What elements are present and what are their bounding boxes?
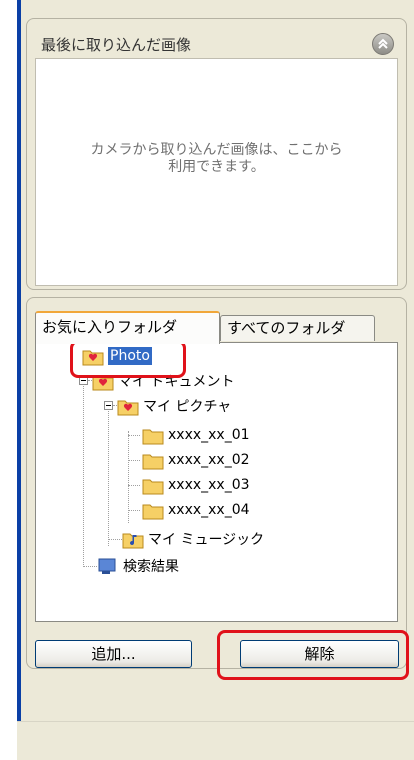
tree-line: [128, 510, 140, 511]
recent-images-area: カメラから取り込んだ画像は、ここから 利用できます。: [35, 58, 398, 286]
tree-item-subfolder[interactable]: xxxx_xx_04: [142, 498, 250, 522]
collapse-toggle-my-documents[interactable]: [79, 376, 88, 385]
collapse-toggle-my-pictures[interactable]: [104, 401, 113, 410]
folder-tree: Photo マイ ドキュメント マイ ピクチャ xxxx_xx_01 xxxx_…: [35, 342, 398, 622]
folder-icon: [142, 454, 164, 470]
tree-item-label: マイ ピクチャ: [143, 399, 232, 415]
recent-images-panel: 最後に取り込んだ画像 カメラから取り込んだ画像は、ここから 利用できます。: [26, 18, 407, 290]
tree-line: [128, 485, 140, 486]
tree-item-search-results[interactable]: 検索結果: [97, 554, 179, 578]
tree-item-photo[interactable]: Photo: [82, 344, 152, 368]
folder-panel: お気に入りフォルダ すべてのフォルダ Photo マイ ドキュメント マイ ピク…: [26, 297, 407, 669]
folder-icon: [142, 504, 164, 520]
tree-line: [108, 539, 122, 540]
tab-all-folders[interactable]: すべてのフォルダ: [220, 315, 375, 341]
tree-line: [83, 566, 97, 567]
status-bar: [17, 721, 414, 760]
tree-line: [108, 406, 109, 546]
remove-button[interactable]: 解除: [240, 640, 399, 668]
recent-images-message: カメラから取り込んだ画像は、ここから 利用できます。: [90, 142, 343, 175]
tree-item-subfolder[interactable]: xxxx_xx_01: [142, 423, 250, 447]
tree-item-subfolder[interactable]: xxxx_xx_02: [142, 448, 250, 472]
folder-icon: [142, 479, 164, 495]
tree-item-my-music[interactable]: マイ ミュージック: [122, 527, 264, 551]
tree-item-label: xxxx_xx_01: [168, 427, 250, 443]
music-folder-icon: [122, 533, 144, 549]
tree-line: [128, 435, 140, 436]
tree-item-label: 検索結果: [123, 559, 179, 575]
add-button[interactable]: 追加...: [35, 640, 192, 668]
tree-item-my-documents[interactable]: マイ ドキュメント: [92, 369, 234, 393]
tree-item-label: xxxx_xx_03: [168, 477, 250, 493]
tree-line: [128, 460, 140, 461]
favorite-folder-icon: [82, 350, 104, 366]
double-chevron-up-icon: [378, 38, 388, 49]
recent-images-title: 最後に取り込んだ画像: [41, 36, 192, 54]
collapse-button[interactable]: [372, 33, 394, 55]
tree-item-label: マイ ミュージック: [148, 532, 265, 548]
tree-item-my-pictures[interactable]: マイ ピクチャ: [117, 394, 231, 418]
tree-item-label: マイ ドキュメント: [118, 374, 235, 390]
tree-item-subfolder[interactable]: xxxx_xx_03: [142, 473, 250, 497]
search-results-icon: [98, 558, 116, 574]
folder-icon: [142, 429, 164, 445]
favorite-folder-icon: [117, 400, 139, 416]
window-edge: [17, 0, 21, 759]
tree-line: [83, 381, 84, 567]
tree-item-label: xxxx_xx_02: [168, 452, 250, 468]
tree-item-label: xxxx_xx_04: [168, 502, 250, 518]
tab-favorite-folders[interactable]: お気に入りフォルダ: [35, 311, 220, 344]
tree-item-label: Photo: [108, 347, 152, 365]
favorite-folder-icon: [92, 375, 114, 391]
